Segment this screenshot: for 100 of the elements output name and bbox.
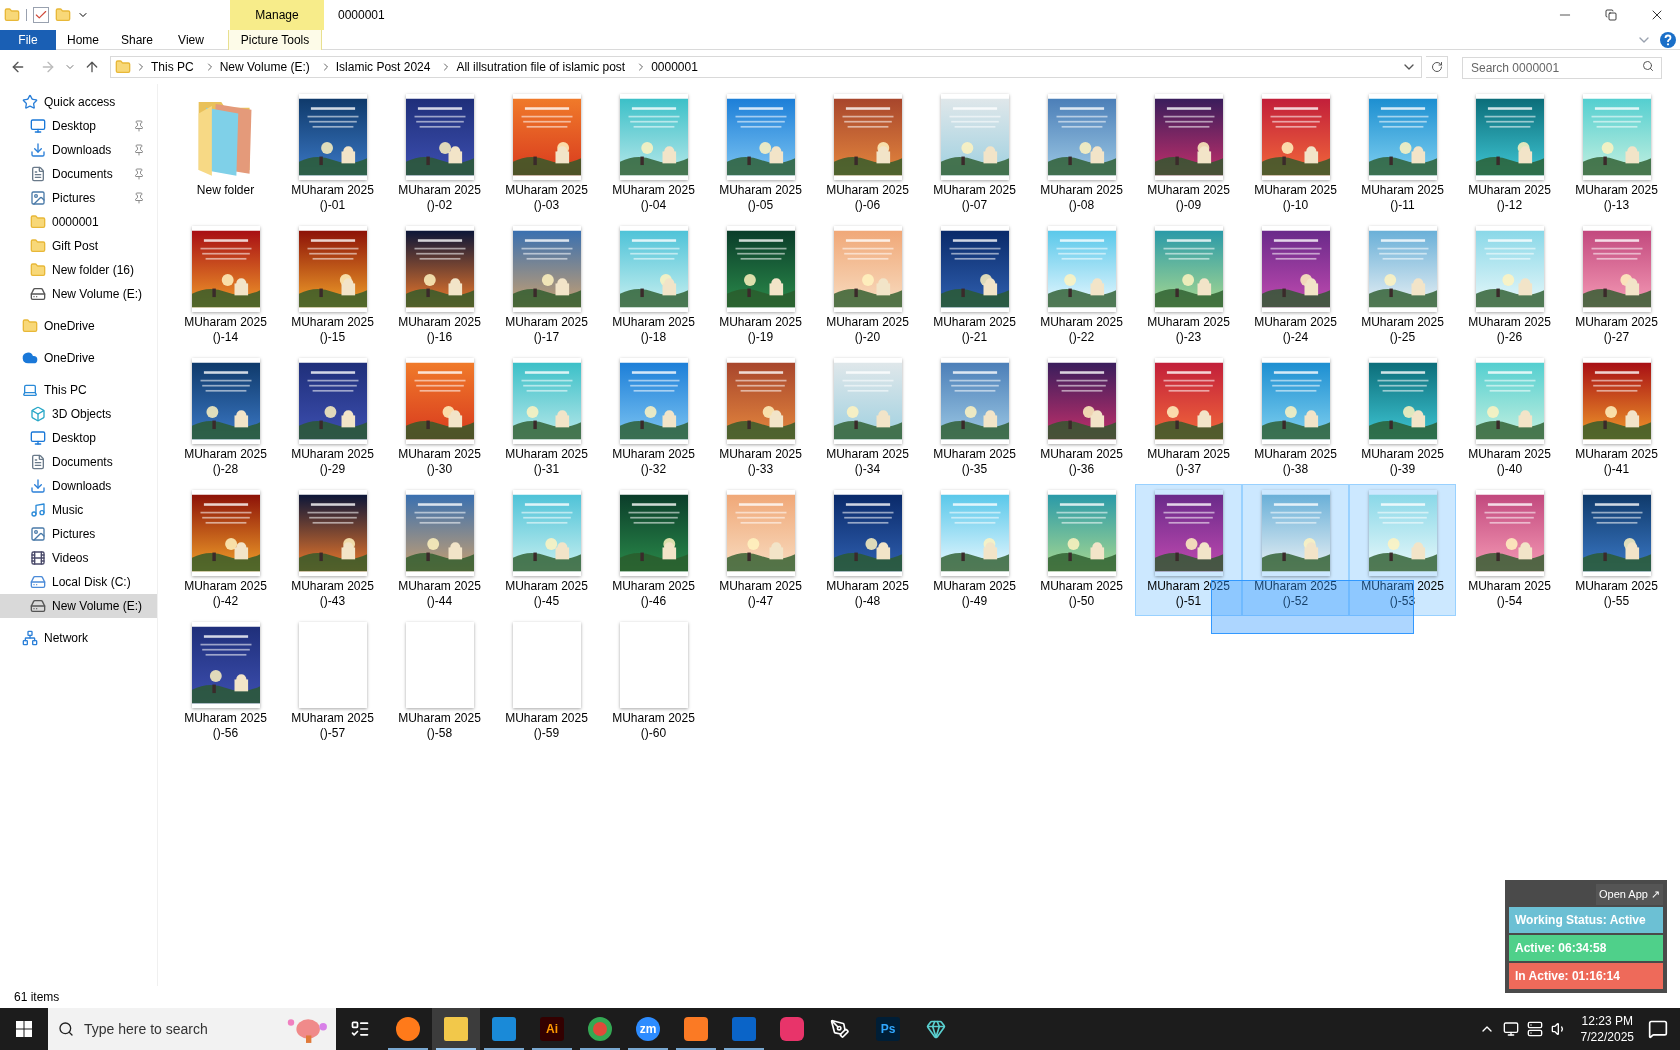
file-item[interactable]: MUharam 2025 ()-08: [1028, 88, 1135, 220]
file-item[interactable]: MUharam 2025 ()-23: [1135, 220, 1242, 352]
ribbon-tab[interactable]: Share: [110, 29, 164, 50]
sidebar-item[interactable]: Gift Post: [0, 234, 157, 258]
sidebar-item[interactable]: Downloads: [0, 474, 157, 498]
file-item[interactable]: MUharam 2025 ()-02: [386, 88, 493, 220]
sidebar-item[interactable]: Music: [0, 498, 157, 522]
file-item[interactable]: MUharam 2025 ()-25: [1349, 220, 1456, 352]
search-field[interactable]: Search 0000001: [1462, 57, 1662, 79]
file-item[interactable]: New folder: [172, 88, 279, 220]
ribbon-tab[interactable]: Home: [56, 29, 110, 50]
file-item[interactable]: MUharam 2025 ()-17: [493, 220, 600, 352]
file-item[interactable]: MUharam 2025 ()-12: [1456, 88, 1563, 220]
file-item[interactable]: MUharam 2025 ()-09: [1135, 88, 1242, 220]
sidebar-item[interactable]: Videos: [0, 546, 157, 570]
file-item[interactable]: MUharam 2025 ()-05: [707, 88, 814, 220]
file-item[interactable]: MUharam 2025 ()-18: [600, 220, 707, 352]
breadcrumb-item[interactable]: New Volume (E:): [219, 58, 310, 76]
file-item[interactable]: MUharam 2025 ()-38: [1242, 352, 1349, 484]
open-app-button[interactable]: Open App ↗: [1596, 884, 1663, 905]
file-item[interactable]: MUharam 2025 ()-51: [1135, 484, 1242, 616]
file-item[interactable]: MUharam 2025 ()-37: [1135, 352, 1242, 484]
file-item[interactable]: MUharam 2025 ()-43: [279, 484, 386, 616]
file-item[interactable]: MUharam 2025 ()-58: [386, 616, 493, 748]
file-item[interactable]: MUharam 2025 ()-39: [1349, 352, 1456, 484]
file-item[interactable]: MUharam 2025 ()-29: [279, 352, 386, 484]
file-item[interactable]: MUharam 2025 ()-03: [493, 88, 600, 220]
file-item[interactable]: MUharam 2025 ()-45: [493, 484, 600, 616]
sidebar-item[interactable]: Quick access: [0, 90, 157, 114]
back-icon[interactable]: [10, 59, 26, 75]
taskbar-search-field[interactable]: Type here to search: [48, 1008, 336, 1050]
file-item[interactable]: MUharam 2025 ()-46: [600, 484, 707, 616]
file-item[interactable]: MUharam 2025 ()-07: [921, 88, 1028, 220]
sidebar-item[interactable]: Pictures: [0, 522, 157, 546]
restore-icon[interactable]: [1605, 9, 1617, 21]
sidebar-item[interactable]: Desktop: [0, 114, 157, 138]
network-icon[interactable]: [1526, 1021, 1543, 1037]
file-item[interactable]: MUharam 2025 ()-28: [172, 352, 279, 484]
file-item[interactable]: MUharam 2025 ()-13: [1563, 88, 1670, 220]
up-icon[interactable]: [84, 59, 100, 75]
file-item[interactable]: MUharam 2025 ()-04: [600, 88, 707, 220]
properties-icon[interactable]: [33, 7, 49, 23]
file-item[interactable]: MUharam 2025 ()-31: [493, 352, 600, 484]
file-item[interactable]: MUharam 2025 ()-49: [921, 484, 1028, 616]
file-item[interactable]: MUharam 2025 ()-16: [386, 220, 493, 352]
taskbar-app[interactable]: Ai: [528, 1008, 576, 1050]
file-item[interactable]: MUharam 2025 ()-01: [279, 88, 386, 220]
notifications-icon[interactable]: [1648, 1019, 1668, 1039]
file-item[interactable]: MUharam 2025 ()-32: [600, 352, 707, 484]
file-item[interactable]: MUharam 2025 ()-24: [1242, 220, 1349, 352]
sidebar-item[interactable]: Desktop: [0, 426, 157, 450]
sidebar-item[interactable]: Local Disk (C:): [0, 570, 157, 594]
breadcrumb-item[interactable]: 0000001: [651, 58, 698, 76]
file-item[interactable]: MUharam 2025 ()-55: [1563, 484, 1670, 616]
sidebar-item[interactable]: Downloads: [0, 138, 157, 162]
file-item[interactable]: MUharam 2025 ()-44: [386, 484, 493, 616]
file-item[interactable]: MUharam 2025 ()-56: [172, 616, 279, 748]
file-item[interactable]: MUharam 2025 ()-52: [1242, 484, 1349, 616]
taskbar-app[interactable]: [432, 1008, 480, 1050]
breadcrumb-item[interactable]: This PC: [151, 58, 194, 76]
file-item[interactable]: MUharam 2025 ()-19: [707, 220, 814, 352]
file-item[interactable]: MUharam 2025 ()-26: [1456, 220, 1563, 352]
sidebar-item[interactable]: OneDrive: [0, 314, 157, 338]
file-item[interactable]: MUharam 2025 ()-50: [1028, 484, 1135, 616]
taskbar-app[interactable]: Ps: [864, 1008, 912, 1050]
sidebar-item[interactable]: New Volume (E:): [0, 594, 157, 618]
ribbon-tab[interactable]: View: [164, 29, 218, 50]
file-item[interactable]: MUharam 2025 ()-20: [814, 220, 921, 352]
file-item[interactable]: MUharam 2025 ()-40: [1456, 352, 1563, 484]
sidebar-item[interactable]: New Volume (E:): [0, 282, 157, 306]
sidebar-item[interactable]: OneDrive: [0, 346, 157, 370]
file-item[interactable]: MUharam 2025 ()-59: [493, 616, 600, 748]
file-item[interactable]: MUharam 2025 ()-57: [279, 616, 386, 748]
address-bar[interactable]: This PC New Volume (E:) Islamic Post 2024 All illsutration file of islamic post 0000001: [110, 56, 1422, 78]
file-item[interactable]: MUharam 2025 ()-21: [921, 220, 1028, 352]
ribbon-tab[interactable]: File: [0, 29, 56, 50]
clock[interactable]: 12:23 PM 7/22/2025: [1574, 1013, 1640, 1045]
file-item[interactable]: MUharam 2025 ()-10: [1242, 88, 1349, 220]
sidebar-item[interactable]: Network: [0, 626, 157, 650]
file-item[interactable]: MUharam 2025 ()-11: [1349, 88, 1456, 220]
sidebar-item[interactable]: This PC: [0, 378, 157, 402]
file-item[interactable]: MUharam 2025 ()-42: [172, 484, 279, 616]
file-item[interactable]: MUharam 2025 ()-14: [172, 220, 279, 352]
file-item[interactable]: MUharam 2025 ()-22: [1028, 220, 1135, 352]
breadcrumb-item[interactable]: Islamic Post 2024: [335, 58, 431, 76]
ribbon-tab[interactable]: Picture Tools: [228, 29, 322, 50]
sidebar-item[interactable]: 0000001: [0, 210, 157, 234]
refresh-icon[interactable]: [1430, 61, 1443, 73]
file-item[interactable]: MUharam 2025 ()-34: [814, 352, 921, 484]
file-item[interactable]: MUharam 2025 ()-41: [1563, 352, 1670, 484]
file-item[interactable]: MUharam 2025 ()-36: [1028, 352, 1135, 484]
sidebar-item[interactable]: Pictures: [0, 186, 157, 210]
file-item[interactable]: MUharam 2025 ()-35: [921, 352, 1028, 484]
file-item[interactable]: MUharam 2025 ()-15: [279, 220, 386, 352]
file-item[interactable]: MUharam 2025 ()-33: [707, 352, 814, 484]
file-item[interactable]: MUharam 2025 ()-06: [814, 88, 921, 220]
remote-icon[interactable]: [1502, 1021, 1519, 1037]
help-icon[interactable]: [1660, 31, 1676, 48]
task-view-icon[interactable]: [350, 1019, 370, 1039]
file-item[interactable]: MUharam 2025 ()-27: [1563, 220, 1670, 352]
